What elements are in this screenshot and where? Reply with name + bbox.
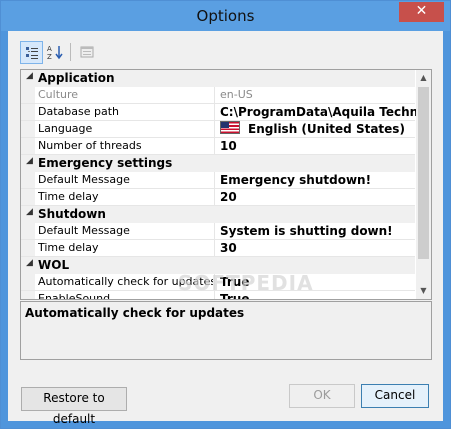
property-value-text: 10 xyxy=(220,139,237,153)
collapse-arrow-icon[interactable]: ◢ xyxy=(26,156,33,166)
sort-alphabetical-icon: A Z xyxy=(47,45,63,60)
row-gutter xyxy=(21,121,35,137)
property-value-text: 30 xyxy=(220,241,237,255)
column-divider[interactable] xyxy=(214,104,215,120)
description-title: Automatically check for updates xyxy=(25,306,245,320)
row-gutter xyxy=(21,104,35,120)
property-grid-toolbar: A Z xyxy=(20,41,120,65)
collapse-arrow-icon[interactable]: ◢ xyxy=(26,207,33,217)
property-value-text: 20 xyxy=(220,190,237,204)
title-bar[interactable]: Options ✕ xyxy=(1,1,450,31)
softpedia-watermark: SOFTPEDIA xyxy=(178,271,314,295)
toolbar-separator xyxy=(70,43,71,61)
property-grid: ◢ Application Culture en-US Database path C:\… xyxy=(20,69,432,300)
property-value[interactable]: Emergency shutdown! xyxy=(220,172,371,188)
property-name: Culture xyxy=(38,88,79,101)
row-gutter xyxy=(21,291,35,299)
property-name: Time delay xyxy=(38,190,99,203)
row-gutter xyxy=(21,172,35,188)
column-divider[interactable] xyxy=(214,138,215,154)
row-gutter xyxy=(21,87,35,103)
property-value[interactable]: 10 xyxy=(220,138,237,154)
property-name: Number of threads xyxy=(38,139,142,152)
column-divider[interactable] xyxy=(214,121,215,137)
svg-text:Z: Z xyxy=(47,53,52,60)
property-row[interactable]: Database path C:\ProgramData\Aquila Techn… xyxy=(21,104,431,121)
property-value-text: System is shutting down! xyxy=(220,224,393,238)
us-flag-icon xyxy=(220,121,240,134)
row-gutter xyxy=(21,274,35,290)
property-name: Default Message xyxy=(38,173,130,186)
ok-button[interactable]: OK xyxy=(289,384,355,408)
property-value[interactable]: System is shutting down! xyxy=(220,223,393,239)
property-value[interactable]: 30 xyxy=(220,240,237,256)
property-row[interactable]: Language English (United States) xyxy=(21,121,415,138)
row-gutter xyxy=(21,240,35,256)
property-value[interactable]: English (United States) xyxy=(220,121,405,137)
column-divider[interactable] xyxy=(214,189,215,205)
category-row-application[interactable]: ◢ Application xyxy=(21,70,415,87)
collapse-arrow-icon[interactable]: ◢ xyxy=(26,71,33,81)
column-divider[interactable] xyxy=(214,87,215,103)
dialog-client-area: A Z ◢ Application Culture en-US Database pat… xyxy=(8,31,443,426)
property-row[interactable]: Default Message Emergency shutdown! xyxy=(21,172,415,189)
property-row[interactable]: Time delay 20 xyxy=(21,189,415,206)
collapse-arrow-icon[interactable]: ◢ xyxy=(26,258,33,268)
row-gutter xyxy=(21,189,35,205)
property-value[interactable]: C:\ProgramData\Aquila Technology xyxy=(220,104,432,120)
property-name: Time delay xyxy=(38,241,99,254)
scroll-up-arrow-icon[interactable]: ▲ xyxy=(416,70,431,86)
property-row[interactable]: Number of threads 10 xyxy=(21,138,415,155)
close-button[interactable]: ✕ xyxy=(399,2,444,22)
category-row-shutdown[interactable]: ◢ Shutdown xyxy=(21,206,415,223)
restore-default-button[interactable]: Restore to default xyxy=(21,387,127,426)
category-label: Emergency settings xyxy=(38,156,173,170)
cancel-button[interactable]: Cancel xyxy=(361,384,429,408)
vertical-scrollbar[interactable]: ▲ ▼ xyxy=(416,70,431,299)
property-value-text: en-US xyxy=(220,88,253,101)
row-gutter xyxy=(21,223,35,239)
property-value-text: Emergency shutdown! xyxy=(220,173,372,187)
row-gutter xyxy=(21,138,35,154)
scroll-down-arrow-icon[interactable]: ▼ xyxy=(416,283,431,299)
property-row[interactable]: Culture en-US xyxy=(21,87,415,104)
category-label: Application xyxy=(38,71,115,85)
column-divider[interactable] xyxy=(214,172,215,188)
property-pages-button xyxy=(76,41,97,62)
property-value-text: C:\ProgramData\Aquila Technology xyxy=(220,105,432,119)
column-divider[interactable] xyxy=(214,240,215,256)
property-value-text: English (United States) xyxy=(248,122,405,136)
property-name: Language xyxy=(38,122,93,135)
category-label: WOL xyxy=(38,258,70,272)
alphabetical-view-button[interactable]: A Z xyxy=(44,41,65,62)
categorized-view-button[interactable] xyxy=(20,41,43,64)
property-name: Default Message xyxy=(38,224,130,237)
property-value[interactable]: 20 xyxy=(220,189,237,205)
property-name: Database path xyxy=(38,105,119,118)
svg-text:A: A xyxy=(47,45,52,53)
property-pages-icon xyxy=(80,46,93,57)
category-row-emergency-settings[interactable]: ◢ Emergency settings xyxy=(21,155,415,172)
column-divider[interactable] xyxy=(214,223,215,239)
category-label: Shutdown xyxy=(38,207,106,221)
property-value[interactable]: en-US xyxy=(220,87,253,103)
description-panel: Automatically check for updates xyxy=(20,301,432,360)
options-window: Options ✕ A Z ◢ Application Culture en-U… xyxy=(0,0,451,429)
property-row[interactable]: Default Message System is shutting down! xyxy=(21,223,415,240)
window-title: Options xyxy=(196,7,255,25)
property-row[interactable]: Time delay 30 xyxy=(21,240,415,257)
categorized-icon xyxy=(25,46,38,59)
scrollbar-thumb[interactable] xyxy=(418,87,429,259)
